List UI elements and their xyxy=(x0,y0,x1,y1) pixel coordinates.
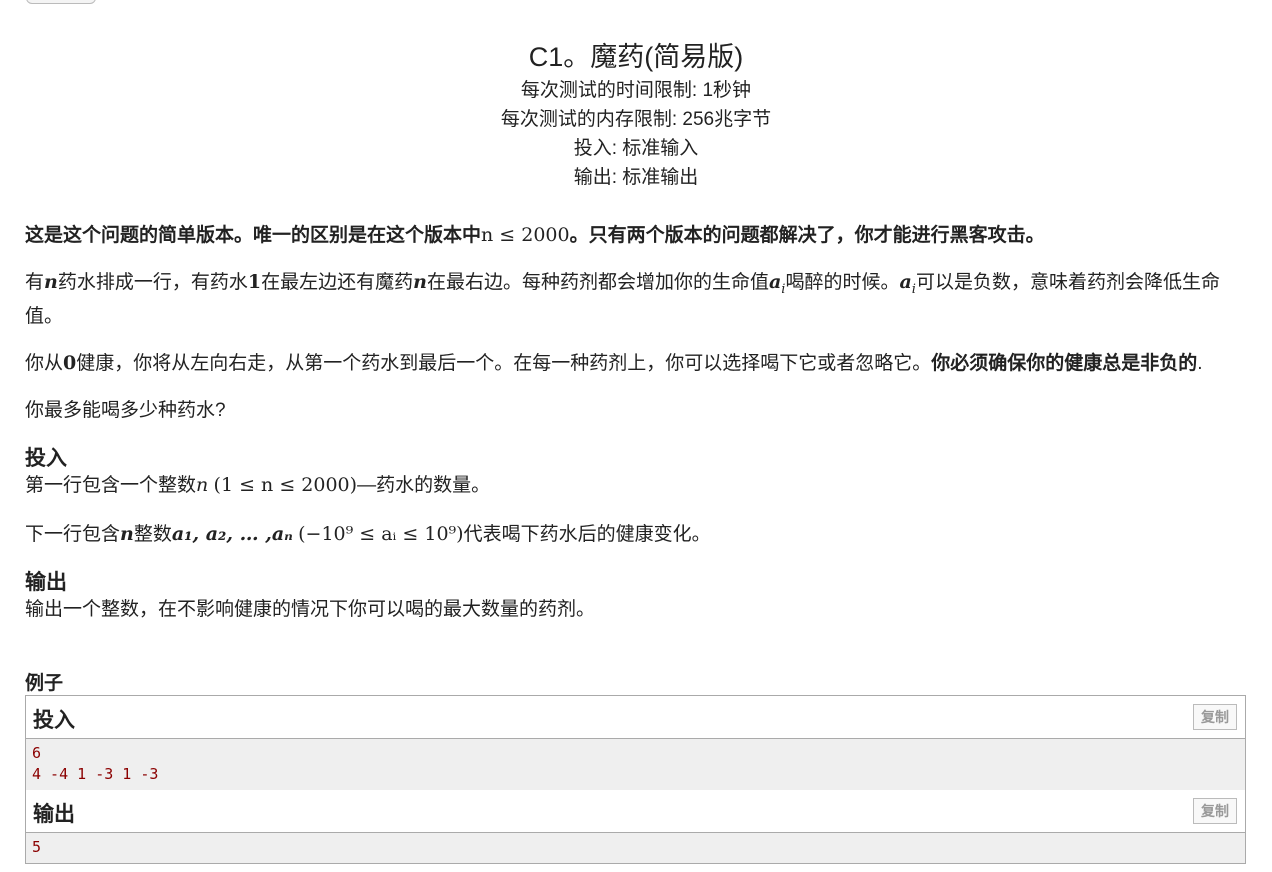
input-text: 整数 xyxy=(133,523,172,545)
stmt-text: . xyxy=(1197,352,1203,374)
problem-title: C1。魔药(简易版) xyxy=(528,42,744,72)
sample-input-box: 投入 复制 6 4 -4 1 -3 1 -3 xyxy=(25,695,1246,792)
time-limit: 每次测试的时间限制: 1秒钟 xyxy=(520,80,752,101)
sample-output-content[interactable]: 5 xyxy=(26,833,1245,863)
sample-output-header: 输出 复制 xyxy=(26,790,1245,833)
sample-output-box: 输出 复制 5 xyxy=(25,790,1246,864)
math-n: n xyxy=(44,271,58,293)
input-text: —药水的数量。 xyxy=(357,474,491,496)
stmt-text: 喝醉的时候。 xyxy=(785,272,900,293)
math-n: n xyxy=(120,522,134,545)
sample-input-line: 6 xyxy=(32,744,42,762)
math-range: (1 ≤ n ≤ 2000) xyxy=(213,473,358,496)
sample-input-content[interactable]: 6 4 -4 1 -3 1 -3 xyxy=(26,739,1245,791)
question: 你最多能喝多少种药水? xyxy=(25,399,226,421)
math-a: a xyxy=(899,271,912,293)
output-file: 输出: 标准输出 xyxy=(573,167,699,188)
stmt-text: 药水排成一行，有药水 xyxy=(57,272,248,293)
math-zero: 0 xyxy=(63,351,77,374)
output-description: 输出一个整数，在不影响健康的情况下你可以喝的最大数量的药剂。 xyxy=(25,598,596,620)
problem-statement: 这是这个问题的简单版本。唯一的区别是在这个版本中n ≤ 2000。只有两个版本的… xyxy=(25,222,1240,623)
stmt-text: 你从 xyxy=(25,352,64,374)
input-section-title: 投入 xyxy=(25,446,67,470)
examples-title: 例子 xyxy=(25,673,64,694)
stmt-bold-text: 你必须确保你的健康总是非负的 xyxy=(931,352,1198,374)
statement-paragraph-1: 有n药水排成一行，有药水1在最左边还有魔药n在最右边。每种药剂都会增加你的生命值… xyxy=(25,269,1240,330)
stmt-text: 健康，你将从左向右走，从第一个药水到最后一个。在每一种药剂上，你可以选择喝下它或… xyxy=(76,352,932,374)
input-text: 下一行包含 xyxy=(25,523,121,545)
math-one: 1 xyxy=(247,271,262,293)
input-text: 代表喝下药水后的健康变化。 xyxy=(463,523,711,545)
note-math: n ≤ 2000 xyxy=(481,224,570,246)
note-text-2: 。只有两个版本的问题都解决了，你才能进行黑客攻击。 xyxy=(569,225,1045,246)
input-text: 第一行包含一个整数 xyxy=(25,474,197,496)
input-file: 投入: 标准输入 xyxy=(573,138,699,159)
copy-input-button[interactable]: 复制 xyxy=(1193,704,1237,730)
memory-limit: 每次测试的内存限制: 256兆字节 xyxy=(500,109,772,130)
sample-output-line: 5 xyxy=(32,838,42,856)
sample-input-line: 4 -4 1 -3 1 -3 xyxy=(32,765,159,783)
input-line-2: 下一行包含n整数a₁, a₂, … ,aₙ (−10⁹ ≤ aᵢ ≤ 10⁹)代… xyxy=(25,521,1240,548)
stmt-text: 在最左边还有魔药 xyxy=(261,272,414,293)
output-section-title: 输出 xyxy=(25,570,67,594)
math-n: n xyxy=(413,271,427,293)
sample-input-header: 投入 复制 xyxy=(26,696,1245,739)
note-text-1: 这是这个问题的简单版本。唯一的区别是在这个版本中 xyxy=(25,225,482,246)
version-note: 这是这个问题的简单版本。唯一的区别是在这个版本中n ≤ 2000。只有两个版本的… xyxy=(25,222,1240,249)
output-section: 输出 输出一个整数，在不影响健康的情况下你可以喝的最大数量的药剂。 xyxy=(25,570,1240,623)
math-range: (−10⁹ ≤ aᵢ ≤ 10⁹) xyxy=(298,522,464,545)
sample-output-label: 输出 xyxy=(33,803,75,826)
copy-output-button[interactable]: 复制 xyxy=(1193,798,1237,824)
stmt-text: 有 xyxy=(25,272,45,293)
problem-header: C1。魔药(简易版) 每次测试的时间限制: 1秒钟 每次测试的内存限制: 256… xyxy=(0,38,1272,192)
input-line-1: 第一行包含一个整数n (1 ≤ n ≤ 2000)—药水的数量。 xyxy=(25,472,1240,499)
statement-paragraph-2: 你从0健康，你将从左向右走，从第一个药水到最后一个。在每一种药剂上，你可以选择喝… xyxy=(25,350,1240,377)
input-section: 投入 第一行包含一个整数n (1 ≤ n ≤ 2000)—药水的数量。 下一行包… xyxy=(25,446,1240,548)
top-tab xyxy=(26,0,96,4)
math-sequence: a₁, a₂, … ,aₙ xyxy=(171,522,293,545)
stmt-text: 在最右边。每种药剂都会增加你的生命值 xyxy=(426,272,769,293)
sample-input-label: 投入 xyxy=(33,709,75,732)
math-a: a xyxy=(768,271,782,293)
math-n: n xyxy=(196,473,209,496)
